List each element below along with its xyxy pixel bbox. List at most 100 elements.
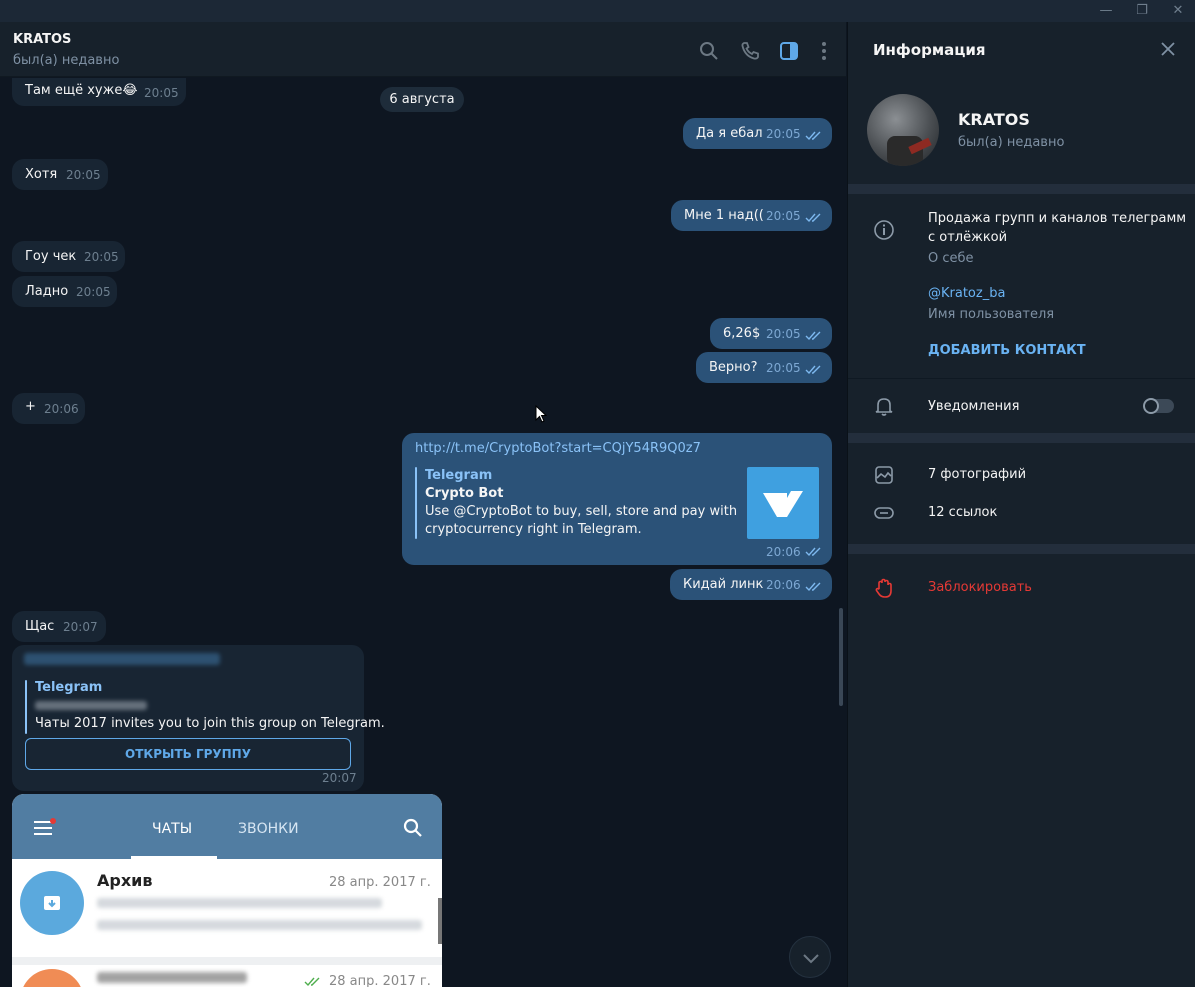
message-text: Да я ебал <box>696 126 763 141</box>
double-check-icon <box>805 331 821 341</box>
message-time: 20:05 <box>84 250 119 264</box>
message-link[interactable]: http://t.me/CryptoBot?start=CQjY54R9Q0z7 <box>415 441 701 456</box>
preview-description: Чаты 2017 invites you to join this group… <box>35 716 385 731</box>
message-time: 20:05 <box>144 86 179 100</box>
blurred-title <box>35 701 147 710</box>
message-incoming[interactable]: + 20:06 <box>12 393 85 424</box>
avatar[interactable] <box>867 94 939 166</box>
message-incoming[interactable]: Щас 20:07 <box>12 611 106 642</box>
menu-icon <box>34 818 56 835</box>
message-outgoing[interactable]: 6,26$ 20:05 <box>710 318 832 349</box>
blurred-chat-name <box>97 972 247 983</box>
close-icon[interactable] <box>1160 41 1176 57</box>
blurred-preview <box>97 898 382 908</box>
block-button[interactable]: Заблокировать <box>928 580 1032 595</box>
chat-date: 28 апр. 2017 г. <box>329 974 431 987</box>
phone-icon[interactable] <box>739 40 761 62</box>
active-tab-indicator <box>131 856 217 859</box>
message-incoming-invite[interactable]: Telegram Чаты 2017 invites you to join t… <box>12 645 385 791</box>
message-incoming[interactable]: Гоу чек 20:05 <box>12 241 125 272</box>
section-separator <box>848 184 1195 194</box>
message-text: Гоу чек <box>25 249 77 264</box>
sidebar-toggle-icon[interactable] <box>778 40 800 62</box>
notifications-label: Уведомления <box>928 399 1020 414</box>
preview-bar <box>25 680 27 734</box>
close-window-icon[interactable]: ✕ <box>1167 2 1189 20</box>
preview-description: Use @CryptoBot to buy, sell, store and p… <box>425 504 738 519</box>
links-count[interactable]: 12 ссылок <box>928 505 997 520</box>
scroll-down-button[interactable] <box>789 936 831 978</box>
search-icon <box>403 818 422 837</box>
message-outgoing[interactable]: Кидай линк 20:06 <box>670 569 832 600</box>
photos-count[interactable]: 7 фотографий <box>928 467 1026 482</box>
message-text: 6,26$ <box>723 326 761 341</box>
bio-label: О себе <box>928 251 974 266</box>
message-text: Хотя <box>25 167 58 182</box>
message-time: 20:06 <box>766 545 801 559</box>
panel-title: Информация <box>873 41 986 59</box>
photo-icon <box>875 466 893 484</box>
message-text: Кидай линк <box>683 577 764 592</box>
archive-avatar <box>20 871 84 935</box>
username-label: Имя пользователя <box>928 307 1055 322</box>
message-time: 20:06 <box>766 578 801 592</box>
message-time: 20:05 <box>66 168 101 182</box>
title-bar: — ❐ ✕ <box>0 0 1195 22</box>
message-incoming[interactable]: Ладно 20:05 <box>12 276 117 307</box>
add-contact-button[interactable]: ДОБАВИТЬ КОНТАКТ <box>928 343 1086 358</box>
chat-title: KRATOS <box>13 32 72 47</box>
message-outgoing[interactable]: Мне 1 над(( 20:05 <box>671 200 832 231</box>
message-time: 20:05 <box>766 209 801 223</box>
message-list[interactable]: Там ещё хуже😂 20:05 6 августа Да я ебал … <box>0 78 846 987</box>
section-separator <box>848 433 1195 443</box>
more-menu-icon[interactable] <box>813 40 835 62</box>
divider <box>848 378 1195 379</box>
bio-text: Продажа групп и каналов телеграмм <box>928 211 1187 226</box>
chat-scrollbar[interactable] <box>839 608 843 706</box>
archive-date: 28 апр. 2017 г. <box>329 875 431 890</box>
preview-title: Crypto Bot <box>425 486 504 501</box>
open-group-button[interactable]: ОТКРЫТЬ ГРУППУ <box>25 738 351 770</box>
minimize-icon[interactable]: — <box>1095 2 1117 20</box>
preview-description: cryptocurrency right in Telegram. <box>425 522 642 537</box>
message-outgoing[interactable]: Да я ебал 20:05 <box>683 118 832 149</box>
bell-icon <box>875 398 893 416</box>
message-time: 20:07 <box>63 620 98 634</box>
date-divider: 6 августа <box>380 87 464 112</box>
message-incoming[interactable]: Хотя 20:05 <box>12 159 108 190</box>
blurred-link[interactable] <box>24 653 220 665</box>
screenshot-tab-chats: ЧАТЫ <box>152 821 193 837</box>
profile-name: KRATOS <box>958 110 1030 129</box>
message-time: 20:05 <box>76 285 111 299</box>
message-text: Мне 1 над(( <box>684 208 764 223</box>
chat-header[interactable]: KRATOS был(а) недавно <box>0 22 846 77</box>
archive-title: Архив <box>97 871 153 890</box>
preview-site: Telegram <box>425 468 493 483</box>
bio-text: с отлёжкой <box>928 230 1008 245</box>
preview-site: Telegram <box>35 680 103 695</box>
section-separator <box>848 544 1195 554</box>
crypto-bot-logo <box>747 467 819 539</box>
link-icon <box>874 507 894 519</box>
message-time: 20:06 <box>44 402 79 416</box>
archive-icon <box>44 896 60 910</box>
message-time: 20:05 <box>766 327 801 341</box>
block-hand-icon <box>875 578 892 598</box>
username-link[interactable]: @Kratoz_ba <box>928 286 1005 301</box>
message-time: 20:07 <box>322 771 357 785</box>
restore-icon[interactable]: ❐ <box>1131 2 1153 20</box>
search-icon[interactable] <box>698 40 720 62</box>
screenshot-scrollbar <box>438 898 442 944</box>
profile-status: был(а) недавно <box>958 135 1065 150</box>
info-panel: Информация KRATOS был(а) недавно Продажа… <box>847 22 1195 987</box>
double-check-icon <box>805 582 821 592</box>
telegram-window: — ❐ ✕ KRATOS был(а) недавно Там ещё хуже… <box>0 0 1195 987</box>
message-incoming[interactable]: Там ещё хуже😂 20:05 <box>12 78 186 106</box>
blurred-preview <box>97 920 422 930</box>
double-check-icon <box>805 213 821 223</box>
notifications-toggle[interactable] <box>1143 398 1174 414</box>
message-outgoing[interactable]: Верно? 20:05 <box>696 352 832 383</box>
message-outgoing-link[interactable]: http://t.me/CryptoBot?start=CQjY54R9Q0z7… <box>402 433 832 565</box>
image-message[interactable]: ЧАТЫ ЗВОНКИ Архив 28 апр. 2017 г. 28 апр… <box>12 794 442 987</box>
message-text: Щас <box>25 619 55 634</box>
